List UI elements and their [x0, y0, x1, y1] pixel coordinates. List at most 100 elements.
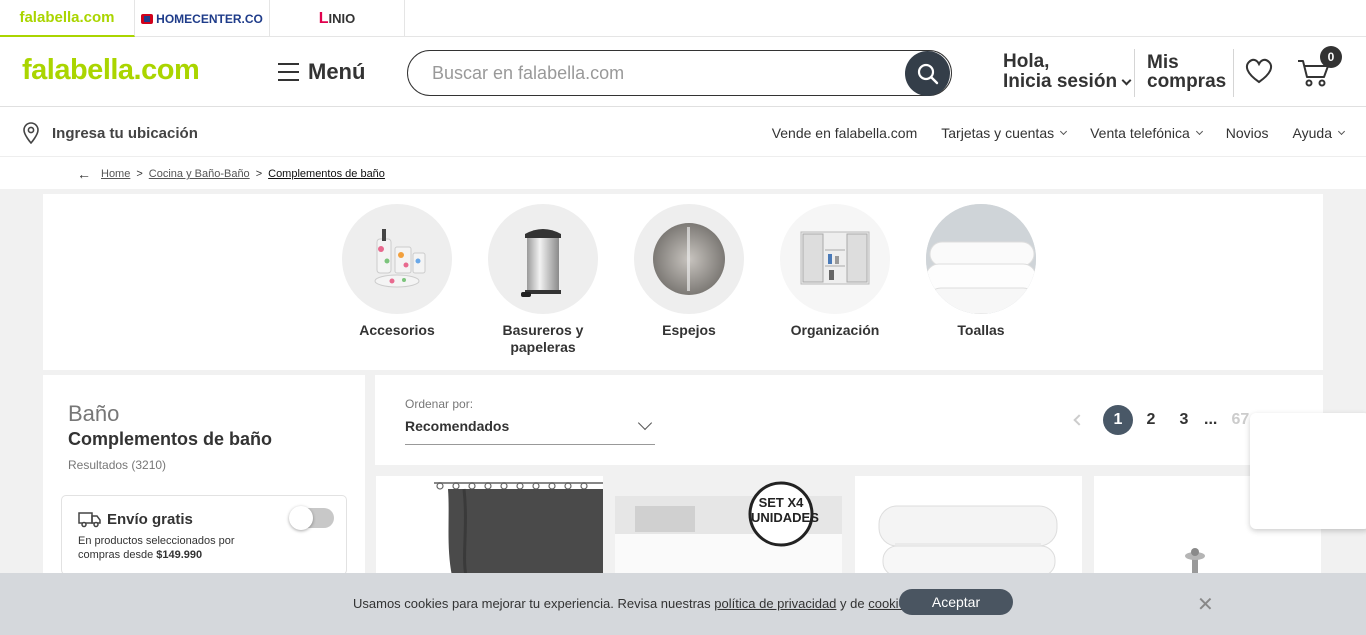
- free-shipping-title: Envío gratis: [107, 511, 193, 528]
- breadcrumb-separator: >: [255, 168, 263, 180]
- cart-count-badge: 0: [1320, 46, 1342, 68]
- category-image: [926, 204, 1036, 314]
- search-input[interactable]: [432, 51, 912, 95]
- category-carousel: Accesorios Basureros y papeleras Espejos: [43, 194, 1323, 370]
- location-selector[interactable]: Ingresa tu ubicación: [22, 122, 198, 144]
- cookie-text: Usamos cookies para mejorar tu experienc…: [353, 596, 715, 611]
- login-label: Inicia sesión: [1003, 71, 1118, 92]
- breadcrumb-bath[interactable]: Cocina y Baño-Baño: [149, 168, 250, 180]
- store-tab-linio[interactable]: L INIO: [270, 0, 405, 37]
- category-espejos[interactable]: Espejos: [629, 204, 749, 339]
- phone-sales-label: Venta telefónica: [1090, 125, 1190, 141]
- free-shipping-desc-prefix: compras desde: [78, 549, 157, 561]
- bathroom-cabinet-image: [800, 231, 870, 285]
- chevron-down-icon: [1337, 127, 1346, 136]
- category-toallas[interactable]: Toallas: [921, 204, 1041, 339]
- help-label: Ayuda: [1292, 125, 1332, 141]
- back-arrow-icon[interactable]: ←: [77, 166, 91, 182]
- chevron-down-icon: [1060, 127, 1068, 136]
- breadcrumb-bar: ← Home > Cocina y Baño-Baño > Complement…: [0, 157, 1366, 189]
- header-divider: [1134, 49, 1135, 97]
- sort-label: Ordenar por:: [405, 397, 474, 411]
- search-icon: [917, 63, 938, 84]
- free-shipping-filter: Envío gratis En productos seleccionados …: [61, 495, 347, 575]
- breadcrumb-separator: >: [136, 168, 143, 180]
- category-organizacion[interactable]: Organización: [775, 204, 895, 339]
- category-accesorios[interactable]: Accesorios: [337, 204, 457, 339]
- category-label: Toallas: [957, 322, 1005, 338]
- trash-bin-image: [521, 229, 561, 297]
- help-link[interactable]: Ayuda: [1292, 125, 1346, 141]
- heart-icon: [1245, 58, 1273, 84]
- sell-link[interactable]: Vende en falabella.com: [772, 125, 918, 141]
- cookie-message: Usamos cookies para mejorar tu experienc…: [353, 596, 916, 611]
- popup-overlay: [1250, 413, 1366, 529]
- login-greeting: Hola,: [1003, 51, 1050, 72]
- location-label: Ingresa tu ubicación: [52, 124, 198, 142]
- pagination-ellipsis: ...: [1204, 411, 1218, 428]
- search-button[interactable]: [905, 51, 950, 96]
- category-image: [342, 204, 452, 314]
- my-purchases-link[interactable]: Mis compras: [1147, 53, 1226, 91]
- sell-link-label: Vende en falabella.com: [771, 125, 918, 141]
- product-card[interactable]: [855, 476, 1082, 576]
- breadcrumb-current[interactable]: Complementos de baño: [268, 168, 385, 180]
- breadcrumb: ← Home > Cocina y Baño-Baño > Complement…: [77, 166, 385, 182]
- free-shipping-toggle[interactable]: [289, 506, 334, 530]
- menu-button[interactable]: Menú: [278, 59, 365, 85]
- chevron-down-icon: [1121, 75, 1132, 85]
- toggle-knob: [289, 506, 313, 530]
- top-links: Vende en falabella.com Tarjetas y cuenta…: [748, 125, 1346, 141]
- page-3[interactable]: 3: [1169, 405, 1199, 435]
- towels-image: [926, 204, 1036, 314]
- search-bar: [407, 50, 952, 96]
- category-label: Accesorios: [359, 322, 435, 338]
- linio-logo-letter: L: [318, 9, 329, 27]
- mirror-image: [653, 223, 725, 295]
- sort-dropdown[interactable]: Recomendados: [405, 415, 655, 445]
- category-label: Espejos: [662, 322, 716, 338]
- product-card[interactable]: SET X4 UNIDADES: [615, 476, 842, 576]
- purchases-line1: Mis: [1147, 52, 1179, 73]
- free-shipping-desc-line1: En productos seleccionados por: [78, 535, 235, 547]
- page-2[interactable]: 2: [1136, 405, 1166, 435]
- store-tab-linio-label: INIO: [328, 11, 356, 26]
- pagination-prev-icon[interactable]: [1073, 414, 1085, 426]
- store-bar: falabella.com HOMECENTER.CO L INIO: [0, 0, 1366, 37]
- free-shipping-description: En productos seleccionados por compras d…: [78, 534, 235, 562]
- homecenter-logo-icon: [141, 13, 154, 24]
- accept-cookies-button[interactable]: Aceptar: [899, 589, 1013, 615]
- falabella-logo[interactable]: falabella.com: [22, 54, 200, 87]
- wedding-link[interactable]: Novios: [1226, 125, 1269, 141]
- login-button[interactable]: Hola, Inicia sesión: [1003, 51, 1132, 92]
- privacy-policy-link[interactable]: política de privacidad: [714, 596, 836, 611]
- store-tab-homecenter[interactable]: HOMECENTER.CO: [135, 0, 270, 37]
- bath-accessories-image: [374, 229, 426, 288]
- product-card[interactable]: [376, 476, 603, 576]
- page-title: Complementos de baño: [68, 429, 273, 449]
- wishlist-button[interactable]: [1244, 57, 1274, 90]
- chevron-down-icon: [1195, 127, 1203, 136]
- phone-sales-link[interactable]: Venta telefónica: [1090, 125, 1203, 141]
- wedding-label: Novios: [1225, 125, 1269, 141]
- page-1[interactable]: 1: [1103, 405, 1133, 435]
- hamburger-icon: [278, 63, 299, 81]
- category-label: Basureros y papeleras: [502, 322, 584, 355]
- filter-category: Baño: [68, 401, 120, 426]
- category-image: [634, 204, 744, 314]
- category-basureros[interactable]: Basureros y papeleras: [483, 204, 603, 356]
- close-icon[interactable]: ✕: [1197, 592, 1214, 617]
- store-tab-falabella[interactable]: falabella.com: [0, 0, 135, 37]
- category-image: [488, 204, 598, 314]
- cards-accounts-label: Tarjetas y cuentas: [941, 125, 1055, 141]
- header-divider: [1233, 49, 1234, 97]
- pagination: 1 2 3 ... 67: [1073, 405, 1258, 435]
- store-tab-homecenter-label: HOMECENTER.CO: [156, 11, 263, 26]
- cards-accounts-link[interactable]: Tarjetas y cuentas: [941, 125, 1068, 141]
- category-image: [780, 204, 890, 314]
- breadcrumb-home[interactable]: Home: [101, 168, 130, 180]
- main-header: falabella.com Menú Hola, Inicia sesión M…: [0, 37, 1366, 107]
- product-image-towels: [878, 505, 1058, 576]
- chevron-down-icon: [637, 415, 653, 431]
- menu-label: Menú: [308, 59, 366, 84]
